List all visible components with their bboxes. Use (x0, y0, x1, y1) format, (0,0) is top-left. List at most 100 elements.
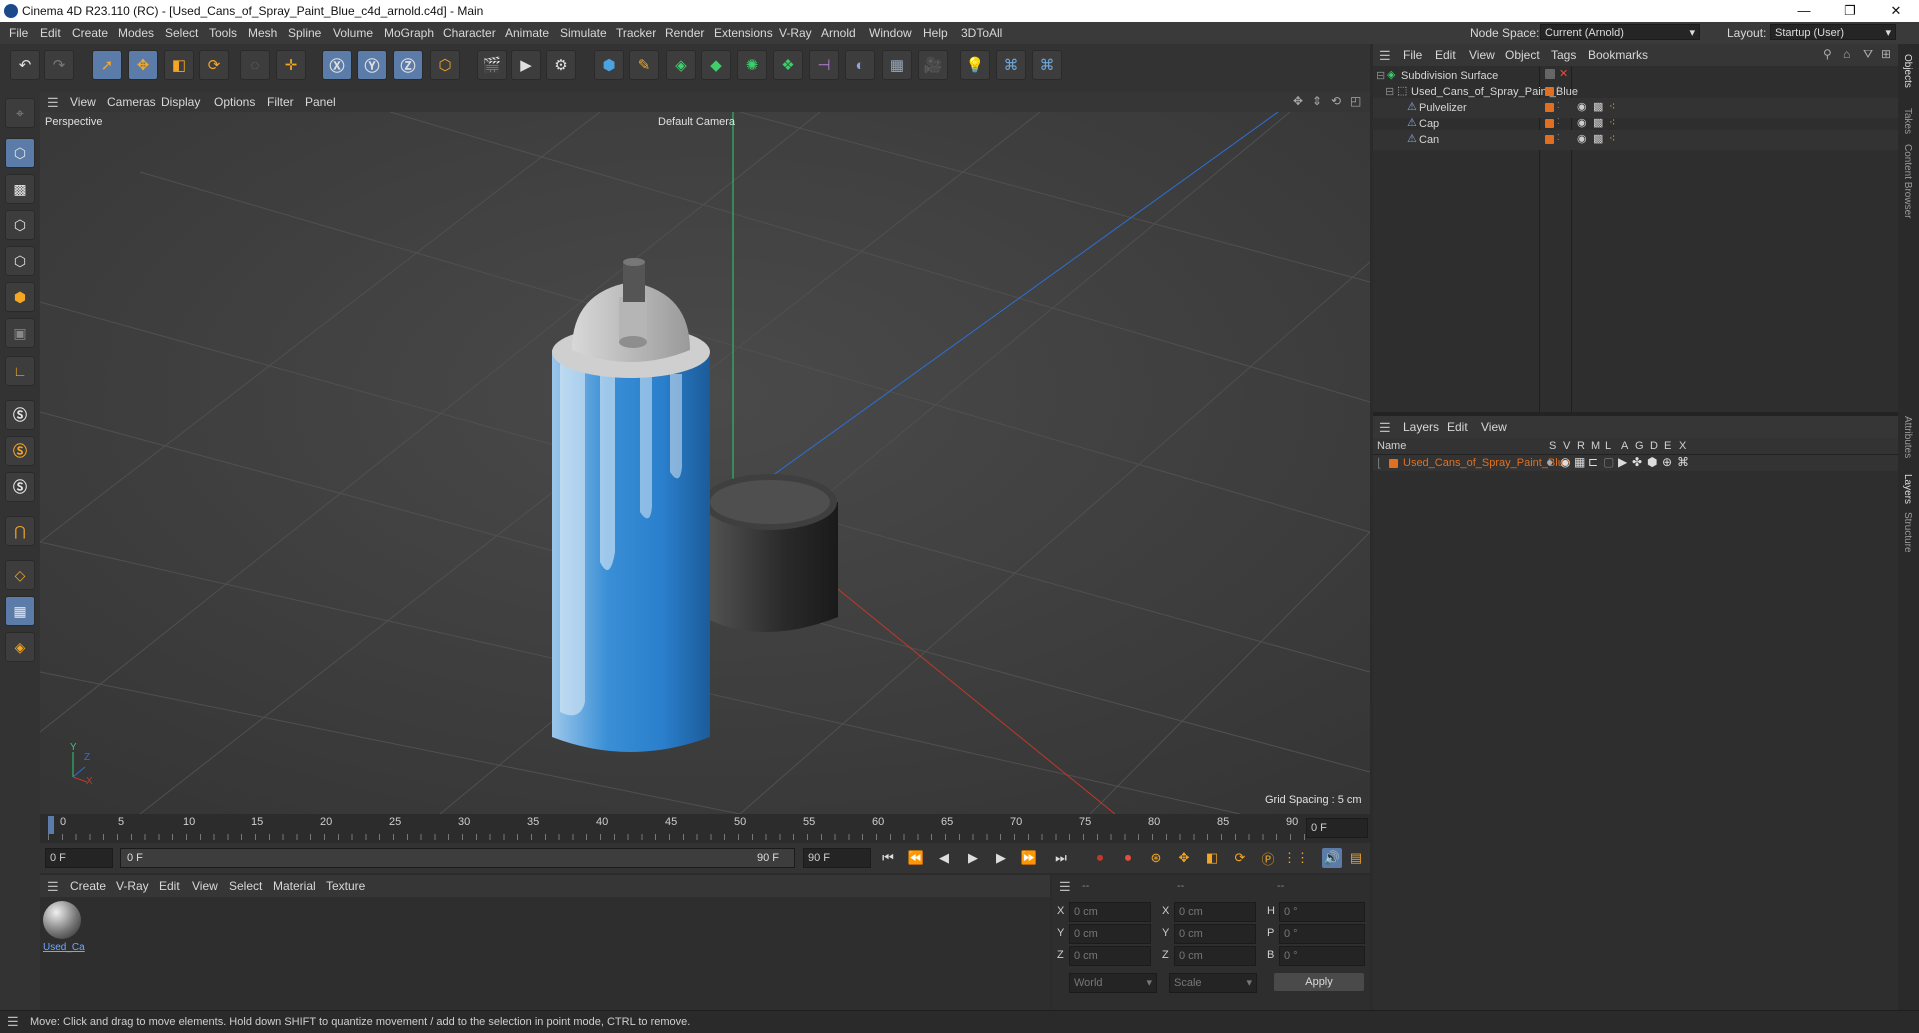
node-space-select[interactable]: Current (Arnold) ▾ (1540, 24, 1700, 40)
render-view-button[interactable]: ▶ (511, 50, 541, 80)
object-row-can[interactable]: ⚠ Can ⁚ ◉ ▩ ⁖ (1373, 130, 1898, 150)
hamburger-icon[interactable]: ☰ (1379, 48, 1391, 64)
material-menu-edit[interactable]: Edit (159, 879, 180, 893)
layer-menu-edit[interactable]: Edit (1447, 420, 1468, 434)
coordinate-system-select[interactable]: World ▾ (1069, 973, 1157, 993)
snap-button[interactable]: Ⓢ (5, 400, 35, 430)
end-frame-field[interactable]: 90 F (803, 848, 871, 868)
size-mode-select[interactable]: Scale ▾ (1169, 973, 1257, 993)
layer-color-icon[interactable] (1545, 135, 1554, 144)
previous-frame-button[interactable]: ◀ (934, 848, 954, 868)
collapse-icon[interactable]: ⊟ (1376, 69, 1385, 82)
next-key-button[interactable]: ⏩ (1019, 848, 1039, 868)
viewport-menu-filter[interactable]: Filter (267, 95, 294, 109)
previous-key-button[interactable]: ⏪ (906, 848, 926, 868)
live-selection-button[interactable]: ➚ (92, 50, 122, 80)
menu-tracker[interactable]: Tracker (616, 26, 656, 40)
tab-objects[interactable]: Objects (1902, 54, 1913, 88)
close-button[interactable]: ✕ (1873, 0, 1919, 22)
menu-3dtoall[interactable]: 3DToAll (961, 26, 1002, 40)
hierarchy-icon[interactable]: ⊏ (1588, 455, 1598, 469)
material-menu-texture[interactable]: Texture (326, 879, 365, 893)
render-settings-button[interactable]: ⚙ (546, 50, 576, 80)
snap-quantize-button[interactable]: Ⓢ (5, 472, 35, 502)
sound-icon[interactable]: 🔊 (1322, 848, 1342, 868)
field-button[interactable]: ◐ (845, 50, 875, 80)
rot-h-field[interactable]: 0 ° (1279, 902, 1365, 922)
expression-icon[interactable]: ⊕ (1662, 455, 1672, 469)
hamburger-icon[interactable]: ☰ (1059, 879, 1071, 895)
material-tag-icon[interactable]: ▩ (1593, 132, 1603, 145)
move-button[interactable]: ✥ (128, 50, 158, 80)
pos-z-field[interactable]: 0 cm (1069, 946, 1151, 966)
phong-tag-icon[interactable]: ◉ (1577, 116, 1587, 129)
size-z-field[interactable]: 0 cm (1174, 946, 1256, 966)
grid-workplane-button[interactable]: ▦ (5, 596, 35, 626)
menu-render[interactable]: Render (665, 26, 704, 40)
phong-tag-icon[interactable]: ◉ (1577, 100, 1587, 113)
recent-tool-button[interactable]: ◌ (240, 50, 270, 80)
z-axis-lock-button[interactable]: Ⓩ (393, 50, 423, 80)
tab-layers[interactable]: Layers (1902, 474, 1913, 504)
tab-takes[interactable]: Takes (1902, 108, 1913, 134)
layout-select[interactable]: Startup (User) ▾ (1770, 24, 1896, 40)
object-menu-edit[interactable]: Edit (1435, 48, 1456, 62)
go-to-start-button[interactable]: ⏮ (878, 848, 898, 868)
minimize-button[interactable]: — (1781, 0, 1827, 22)
pos-x-field[interactable]: 0 cm (1069, 902, 1151, 922)
hamburger-icon[interactable]: ☰ (47, 879, 59, 895)
mograph-button[interactable]: ❖ (773, 50, 803, 80)
render-clapper-icon[interactable]: ▦ (1574, 455, 1585, 469)
pan-view-icon[interactable]: ✥ (1293, 94, 1303, 108)
object-menu-view[interactable]: View (1469, 48, 1495, 62)
deformer-button[interactable]: ⊣ (809, 50, 839, 80)
menu-modes[interactable]: Modes (118, 26, 154, 40)
render-region-button[interactable]: 🎬 (477, 50, 507, 80)
cap-object[interactable] (703, 474, 838, 632)
key-scale-icon[interactable]: ◧ (1202, 848, 1222, 868)
menu-create[interactable]: Create (72, 26, 108, 40)
material-tag-icon[interactable]: ▩ (1593, 116, 1603, 129)
uvw-tag-icon[interactable]: ⁖ (1609, 100, 1615, 113)
layer-color-icon[interactable] (1545, 103, 1554, 112)
timeline-ruler[interactable]: 0 5 10 15 20 25 30 35 40 45 50 55 60 65 … (40, 814, 1370, 842)
object-menu-file[interactable]: File (1403, 48, 1422, 62)
menu-extensions[interactable]: Extensions (714, 26, 773, 40)
hamburger-icon[interactable]: ☰ (47, 95, 59, 111)
menu-mograph[interactable]: MoGraph (384, 26, 434, 40)
layer-color-icon[interactable] (1545, 87, 1554, 96)
disabled-x-icon[interactable]: ✕ (1559, 67, 1568, 80)
camera-label[interactable]: Default Camera (658, 116, 735, 128)
orbit-view-icon[interactable]: ⟲ (1331, 94, 1341, 108)
play-button[interactable]: ▶ (963, 848, 983, 868)
uv-mode-button[interactable]: ▣ (5, 318, 35, 348)
texture-mode-button[interactable]: ▩ (5, 174, 35, 204)
go-to-end-button[interactable]: ⏭ (1051, 848, 1071, 868)
filter-icon[interactable]: ⛛ (1863, 47, 1873, 62)
zoom-view-icon[interactable]: ⇕ (1312, 94, 1322, 108)
polygon-mode-button[interactable]: ⬢ (5, 282, 35, 312)
menu-arnold[interactable]: Arnold (821, 26, 856, 40)
menu-spline[interactable]: Spline (288, 26, 321, 40)
viewport-menu-options[interactable]: Options (214, 95, 255, 109)
checkmark-icon[interactable] (1545, 69, 1555, 79)
menu-vray[interactable]: V-Ray (779, 26, 812, 40)
menu-animate[interactable]: Animate (505, 26, 549, 40)
floor-button[interactable]: ▦ (882, 50, 912, 80)
viewport-menu-cameras[interactable]: Cameras (107, 95, 156, 109)
uvw-tag-icon[interactable]: ⁖ (1609, 116, 1615, 129)
apply-button[interactable]: Apply (1274, 973, 1364, 991)
search-icon[interactable]: ⚲ (1823, 47, 1832, 61)
snap-settings-button[interactable]: Ⓢ (5, 436, 35, 466)
key-param-icon[interactable]: Ⓟ (1258, 848, 1278, 868)
phong-tag-icon[interactable]: ◉ (1577, 132, 1587, 145)
viewport-menu-view[interactable]: View (70, 95, 96, 109)
timeline-window-icon[interactable]: ▤ (1346, 848, 1366, 868)
size-x-field[interactable]: 0 cm (1174, 902, 1256, 922)
layer-menu-view[interactable]: View (1481, 420, 1507, 434)
viewport-menu-panel[interactable]: Panel (305, 95, 336, 109)
visibility-dots-icon[interactable]: ⁚ (1557, 133, 1560, 142)
visibility-dots-icon[interactable]: ⁚ (1557, 117, 1560, 126)
record-button[interactable]: ⏺ (1090, 848, 1110, 868)
locked-workplane-button[interactable]: ◈ (5, 632, 35, 662)
